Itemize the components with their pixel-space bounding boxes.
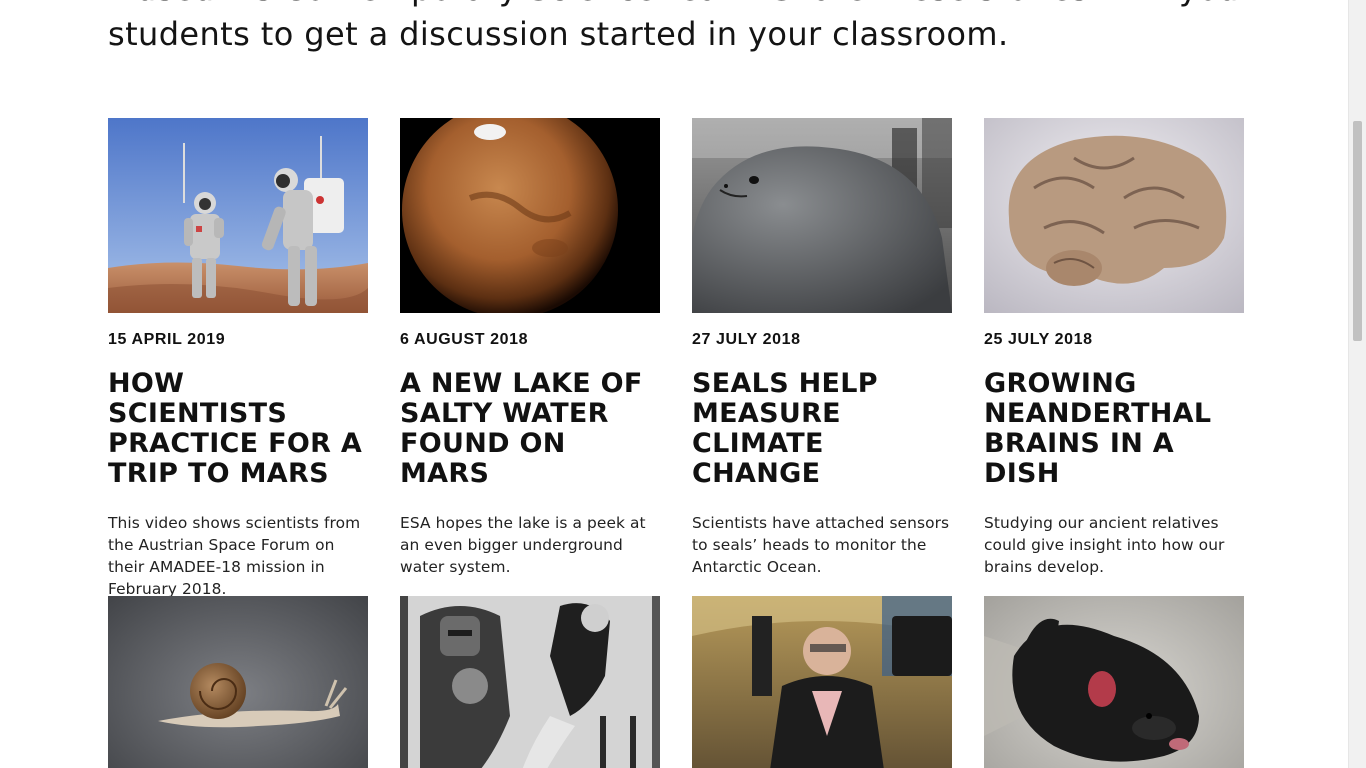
article-card[interactable]	[400, 596, 660, 768]
scrollbar-thumb[interactable]	[1353, 121, 1362, 341]
article-title[interactable]: A NEW LAKE OF SALTY WATER FOUND ON MARS	[400, 369, 662, 489]
astronauts-desert-image[interactable]	[108, 118, 368, 313]
article-description: Scientists have attached sensors to seal…	[692, 514, 950, 576]
article-title[interactable]: HOW SCIENTISTS PRACTICE FOR A TRIP TO MA…	[108, 369, 370, 489]
article-card[interactable]	[108, 596, 368, 768]
article-date: 27 JULY 2018	[692, 331, 801, 348]
article-card[interactable]: 6 AUGUST 2018 A NEW LAKE OF SALTY WATER …	[400, 118, 660, 578]
article-date: 25 JULY 2018	[984, 331, 1093, 348]
article-card[interactable]: 15 APRIL 2019 HOW SCIENTISTS PRACTICE FO…	[108, 118, 368, 600]
page-scrollbar[interactable]	[1348, 0, 1366, 768]
page: Museum's Contemporary Science team. Shar…	[0, 0, 1366, 768]
article-card[interactable]: 27 JULY 2018 SEALS HELP MEASURE CLIMATE …	[692, 118, 952, 578]
intro-line-2: students to get a discussion started in …	[108, 15, 1009, 53]
brain-image[interactable]	[984, 118, 1244, 313]
stephen-hawking-image[interactable]	[692, 596, 952, 768]
intro-text: Museum's Contemporary Science team. Shar…	[108, 0, 1252, 57]
seal-image[interactable]	[692, 118, 952, 313]
article-card[interactable]	[692, 596, 952, 768]
intro-line-1: Museum's Contemporary Science team. Shar…	[108, 0, 1252, 12]
article-title[interactable]: SEALS HELP MEASURE CLIMATE CHANGE	[692, 369, 954, 489]
tasmanian-devil-image[interactable]	[984, 596, 1244, 768]
robot-woman-image[interactable]	[400, 596, 660, 768]
article-title[interactable]: GROWING NEANDERTHAL BRAINS IN A DISH	[984, 369, 1246, 489]
article-description: This video shows scientists from the Aus…	[108, 514, 361, 598]
article-card[interactable]	[984, 596, 1244, 768]
article-description: ESA hopes the lake is a peek at an even …	[400, 514, 646, 576]
snail-image[interactable]	[108, 596, 368, 768]
mars-planet-image[interactable]	[400, 118, 660, 313]
article-date: 15 APRIL 2019	[108, 331, 226, 348]
article-date: 6 AUGUST 2018	[400, 331, 529, 348]
article-description: Studying our ancient relatives could giv…	[984, 514, 1225, 576]
article-card[interactable]: 25 JULY 2018 GROWING NEANDERTHAL BRAINS …	[984, 118, 1244, 578]
